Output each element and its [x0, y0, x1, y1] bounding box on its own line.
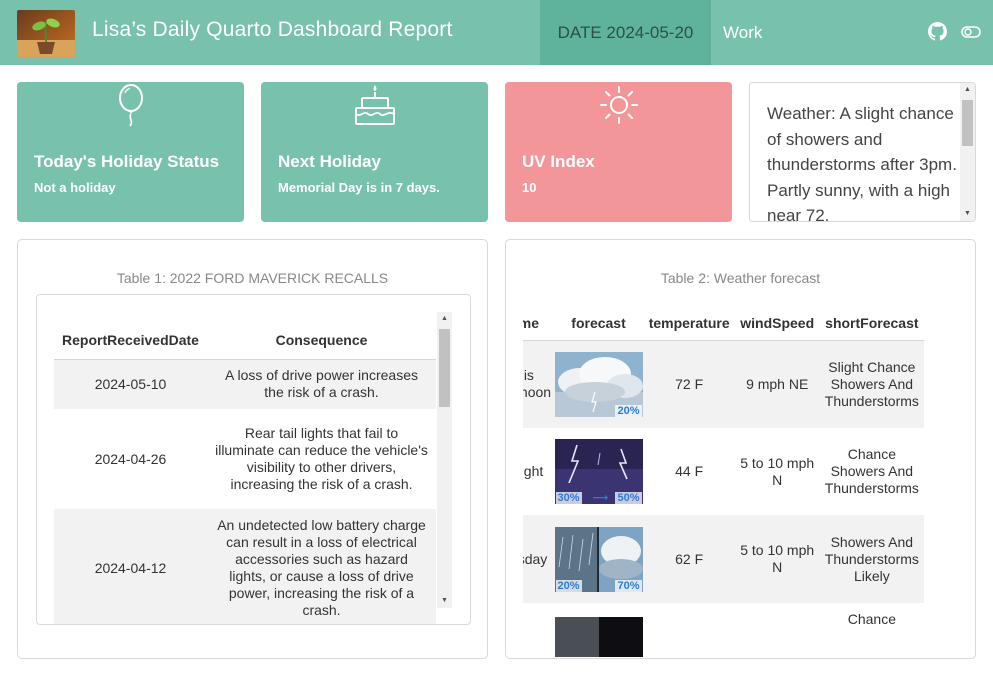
table-row: This Afternoon [523, 340, 924, 428]
weather-scrollbar[interactable]: ▲ ▼ [960, 83, 975, 221]
tab-date[interactable]: DATE 2024-05-20 [540, 0, 711, 65]
next-holiday-value: Memorial Day is in 7 days. [278, 180, 440, 195]
cell-shortforecast: Showers And Thunderstorms Likely [819, 515, 924, 603]
holiday-status-title: Today's Holiday Status [34, 152, 220, 171]
cell-name: This Afternoon [523, 340, 554, 428]
github-icon[interactable] [928, 22, 947, 46]
uv-index-title: UV Index [522, 152, 595, 171]
scroll-down-icon[interactable]: ▼ [437, 594, 452, 608]
scroll-thumb[interactable] [439, 329, 450, 407]
cell-temperature: 44 F [675, 463, 704, 479]
table-row: 2024-04-26 Rear tail lights that fail to… [54, 409, 436, 509]
scroll-up-icon[interactable]: ▲ [437, 312, 452, 326]
cell-date: 2024-04-26 [94, 450, 167, 467]
precip-chance: 50% [615, 492, 642, 504]
cell-date: 2024-05-10 [54, 359, 207, 409]
table-row: Tuesday 20% 70% [523, 515, 924, 603]
cell-windspeed [735, 603, 820, 658]
column-header-date[interactable]: ReportReceivedDate [54, 321, 207, 360]
cell-windspeed: 9 mph NE [734, 340, 820, 428]
navbar: Lisa’s Daily Quarto Dashboard Report DAT… [0, 0, 993, 65]
cell-consequence: An undetected low battery charge can res… [207, 509, 436, 624]
weather-summary-card[interactable]: Weather: A slight chance of showers and … [749, 82, 976, 222]
cell-name [523, 603, 553, 658]
arrow-right-icon: ⟶ [592, 492, 609, 504]
cell-temperature [644, 603, 735, 658]
cell-forecast-image: 30% ⟶ 50% [553, 428, 643, 515]
balloon-icon [116, 84, 146, 133]
scroll-thumb[interactable] [962, 100, 973, 146]
precip-chance: 30% [555, 492, 582, 504]
sun-icon [597, 84, 641, 131]
column-header-shortforecast[interactable]: shortForecast [819, 306, 924, 341]
recalls-card: Table 1: 2022 FORD MAVERICK RECALLS Repo… [17, 239, 488, 659]
cell-forecast-image [553, 603, 643, 658]
holiday-status-value: Not a holiday [34, 180, 116, 195]
cell-name: Tonight [523, 463, 544, 479]
scroll-up-icon[interactable]: ▲ [960, 83, 975, 97]
forecast-card: Table 2: Weather forecast name forecast … [505, 239, 976, 659]
column-header-forecast[interactable]: forecast [553, 306, 644, 341]
column-header-temperature[interactable]: temperature [643, 306, 735, 341]
holiday-status-box: Today's Holiday Status Not a holiday [17, 82, 244, 222]
logo-image[interactable] [17, 10, 75, 57]
scroll-down-icon[interactable]: ▼ [960, 207, 975, 221]
uv-index-value: 10 [522, 180, 537, 195]
cell-consequence: A loss of drive power increases the risk… [207, 359, 436, 409]
forecast-table: name forecast temperature windSpeed shor… [523, 306, 924, 658]
table-row: Chance [523, 603, 924, 658]
cell-shortforecast: Chance [847, 611, 896, 627]
forecast-image: 20% [554, 351, 643, 417]
precip-chance: 20% [555, 579, 582, 592]
next-holiday-box: Next Holiday Memorial Day is in 7 days. [261, 82, 488, 222]
toggle-icon[interactable] [961, 25, 981, 44]
cell-windspeed: 5 to 10 mph N [740, 454, 815, 488]
forecast-image: 30% ⟶ 50% [554, 439, 643, 504]
cell-date: 2024-04-12 [54, 509, 207, 624]
cell-temperature: 72 F [643, 340, 735, 428]
cell-shortforecast: Slight Chance Showers And Thunderstorms [819, 340, 924, 428]
forecast-caption: Table 2: Weather forecast [660, 270, 821, 286]
cell-temperature: 62 F [643, 515, 735, 603]
uv-index-box: UV Index 10 [505, 82, 732, 222]
recalls-caption: Table 1: 2022 FORD MAVERICK RECALLS [116, 270, 389, 286]
table-row: Tonight 30% ⟶ 50% [523, 428, 924, 515]
recalls-scrollbar[interactable]: ▲ ▼ [437, 312, 452, 608]
forecast-table-frame[interactable]: name forecast temperature windSpeed shor… [523, 306, 959, 658]
recalls-table-frame[interactable]: ReportReceivedDate Consequence 2024-05-1… [36, 294, 471, 625]
cell-windspeed: 5 to 10 mph N [734, 515, 820, 603]
next-holiday-title: Next Holiday [278, 152, 381, 171]
cell-name: Tuesday [523, 515, 554, 603]
recalls-table: ReportReceivedDate Consequence 2024-05-1… [54, 321, 436, 624]
cell-consequence: Rear tail lights that fail to illuminate… [215, 425, 428, 492]
cake-icon [353, 84, 397, 131]
table-row: 2024-05-10 A loss of drive power increas… [54, 359, 436, 409]
dashboard-title[interactable]: Lisa’s Daily Quarto Dashboard Report [92, 18, 453, 42]
forecast-image [554, 617, 643, 657]
forecast-image: 20% 70% [554, 526, 643, 592]
table-row: 2024-04-12 An undetected low battery cha… [54, 509, 436, 624]
weather-summary-text: Weather: A slight chance of showers and … [767, 104, 957, 222]
cell-forecast-image: 20% [553, 340, 644, 428]
cell-shortforecast: Chance Showers And Thunderstorms [824, 446, 919, 496]
tab-work[interactable]: Work [723, 0, 762, 65]
column-header-windspeed[interactable]: windSpeed [734, 306, 820, 341]
column-header-consequence[interactable]: Consequence [207, 321, 436, 360]
precip-chance: 20% [615, 404, 642, 417]
column-header-name[interactable]: name [523, 306, 554, 341]
cell-forecast-image: 20% 70% [553, 515, 644, 603]
precip-chance: 70% [615, 579, 642, 592]
